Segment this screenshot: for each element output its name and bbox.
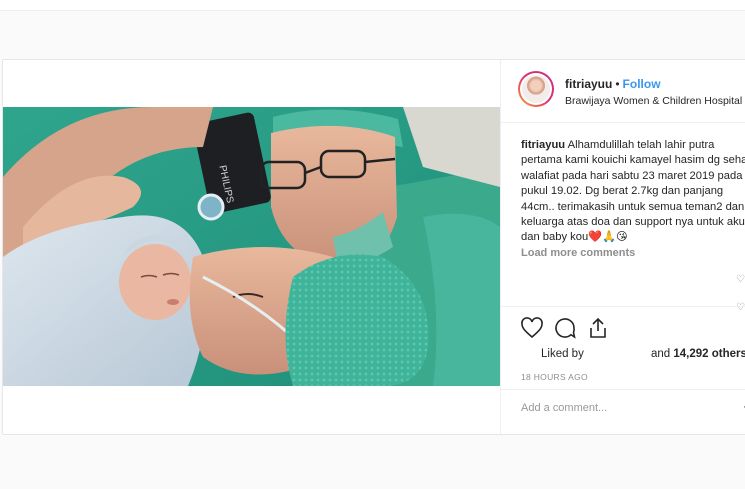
caption-text: Alhamdulillah telah lahir putra pertama … <box>521 139 745 244</box>
caption-emojis: ❤️🙏😘 <box>588 231 628 244</box>
post-timestamp[interactable]: 18 HOURS AGO <box>521 372 588 382</box>
load-more-comments-button[interactable]: Load more comments <box>521 247 635 259</box>
divider <box>501 389 745 390</box>
speech-bubble-icon[interactable] <box>553 316 577 340</box>
likes-count-group[interactable]: and 14,292 others <box>651 348 745 360</box>
username-link[interactable]: fitriayuu <box>565 77 612 91</box>
comment-input[interactable] <box>521 402 741 414</box>
comment-like-icon-2[interactable]: ♡ <box>736 302 745 313</box>
avatar-image <box>522 75 550 103</box>
avatar-ring <box>520 73 552 105</box>
share-icon[interactable] <box>586 316 610 340</box>
avatar[interactable] <box>518 71 554 107</box>
post-card: PHILIPS fitriayuu • Follow Brawijaya Wom… <box>2 59 745 435</box>
likes-suffix: and <box>651 348 671 360</box>
caption-username[interactable]: fitriayuu <box>521 139 565 151</box>
post-sidebar: fitriayuu • Follow Brawijaya Women & Child… <box>500 60 745 434</box>
post-photo[interactable]: PHILIPS <box>3 107 500 386</box>
location-link[interactable]: Brawijaya Women & Children Hospital <box>565 95 742 107</box>
post-header: fitriayuu • Follow Brawijaya Women & Child… <box>501 60 745 123</box>
user-line: fitriayuu • Follow <box>565 77 661 91</box>
heart-outline-icon[interactable] <box>520 316 544 340</box>
separator-dot: • <box>615 77 620 91</box>
likes-others: others <box>711 348 745 360</box>
likes-line: Liked by and 14,292 others <box>541 348 745 360</box>
likes-prefix: Liked by <box>541 348 584 360</box>
divider <box>501 306 745 307</box>
follow-button[interactable]: Follow <box>623 77 661 91</box>
newborn-photo-illustration: PHILIPS <box>3 107 500 386</box>
top-bar <box>0 0 745 11</box>
comment-like-icon[interactable]: ♡ <box>736 274 745 285</box>
likes-count: 14,292 <box>673 348 709 360</box>
caption: fitriayuu Alhamdulillah telah lahir putr… <box>521 138 745 246</box>
